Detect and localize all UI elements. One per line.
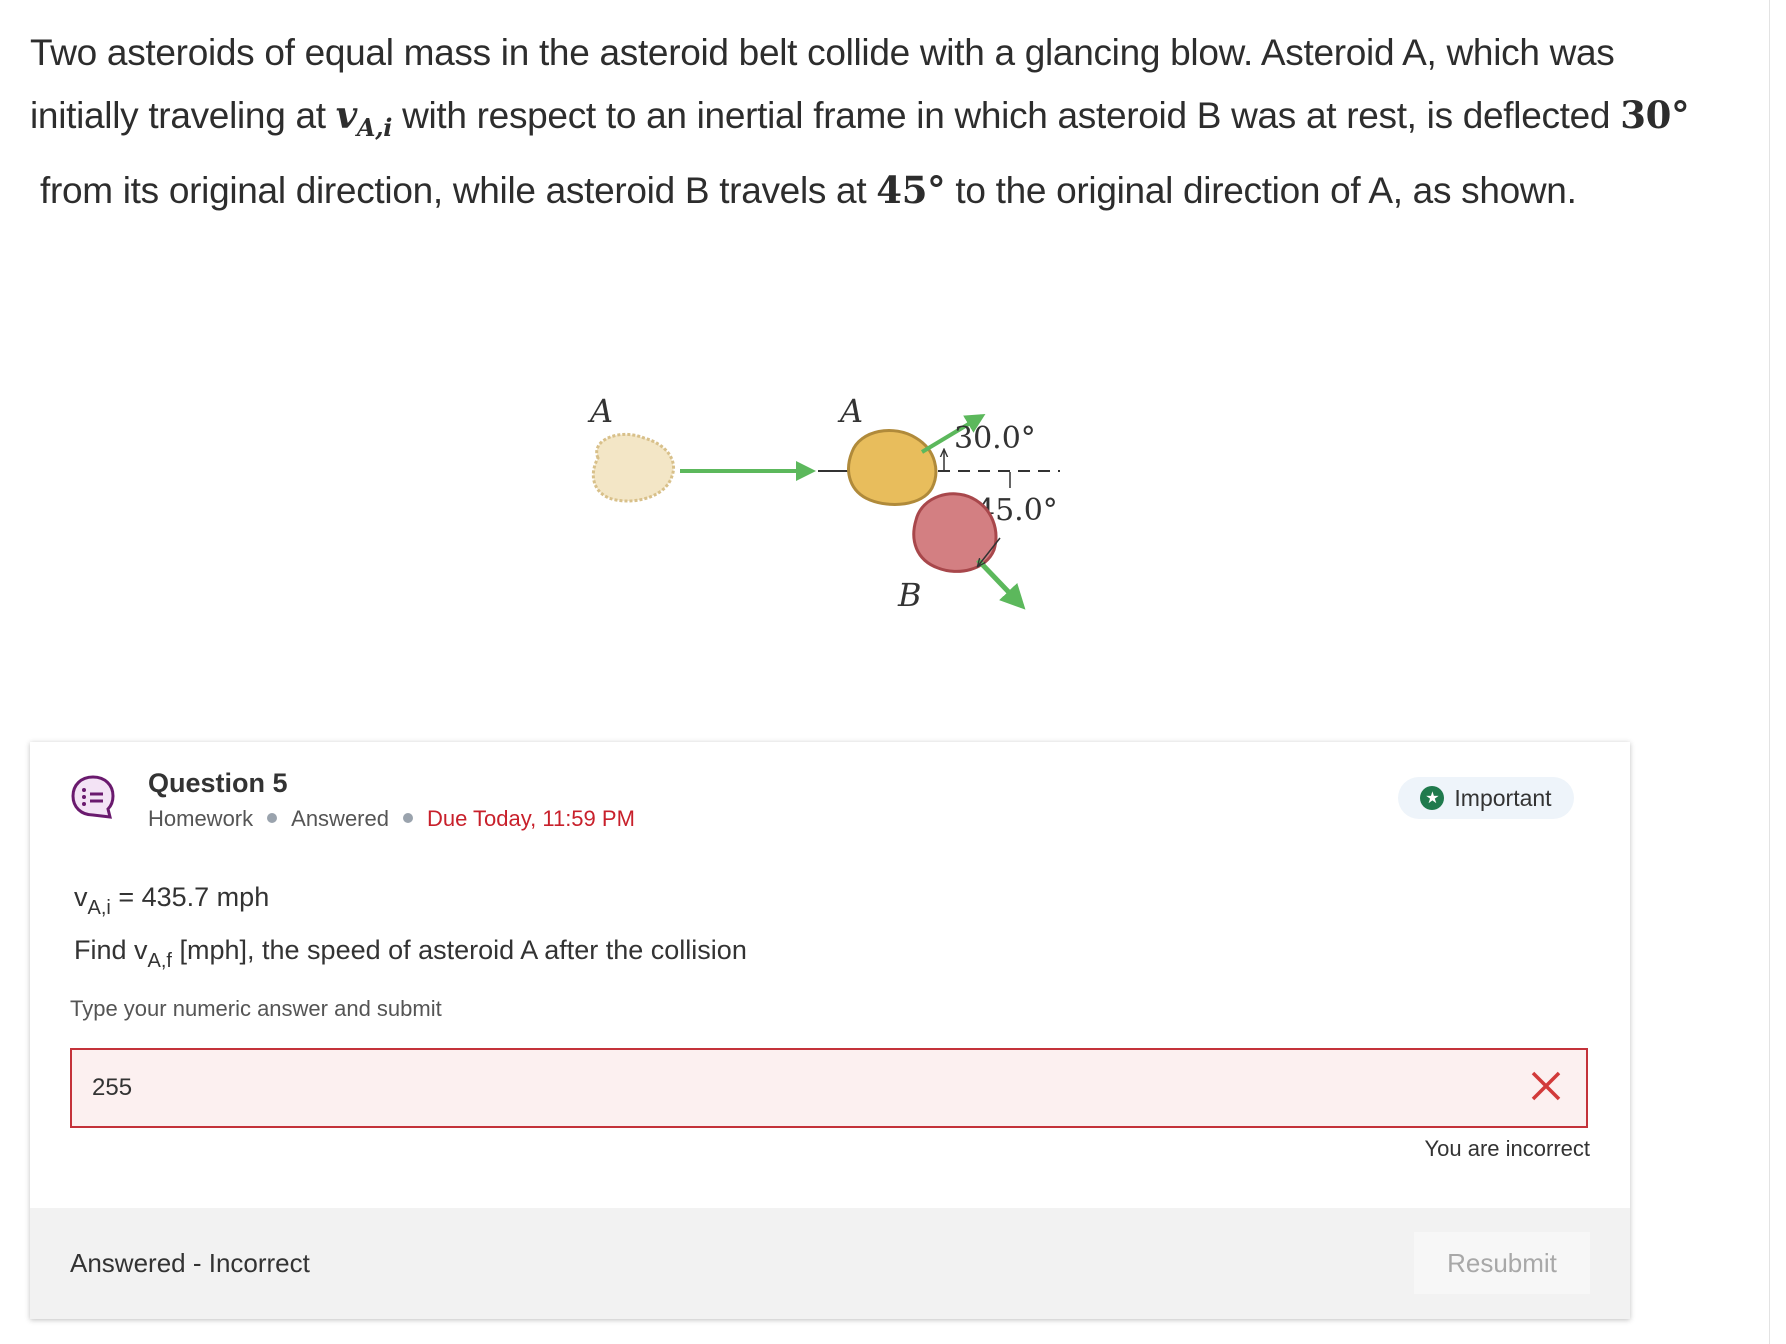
question-type-icon [71, 775, 115, 819]
label-b: B [897, 576, 922, 614]
question-meta: Homework Answered Due Today, 11:59 PM [148, 806, 635, 832]
find-description: [mph], the speed of asteroid A after the… [171, 935, 747, 965]
asteroid-a-initial [592, 432, 675, 503]
important-label: Important [1454, 784, 1552, 811]
problem-text: with respect to an inertial frame in whi… [392, 95, 1621, 136]
problem-text: from its original direction, while aster… [39, 170, 877, 211]
deflection-angle: 30° [1620, 93, 1690, 137]
collision-diagram: A A 30.0° 45.0° B [587, 392, 1060, 614]
answer-field[interactable] [70, 1048, 1588, 1128]
problem-line-2: initially traveling at vA,i with respect… [30, 84, 1690, 159]
question-card: Question 5 Homework Answered Due Today, 11… [30, 742, 1630, 1319]
due-date: Due Today, 11:59 PM [426, 806, 635, 831]
label-a-after: A [837, 392, 863, 430]
resubmit-button[interactable]: Resubmit [1414, 1232, 1590, 1294]
answer-status: Answered - Incorrect [70, 1248, 310, 1278]
scrollbar-track[interactable] [1769, 0, 1786, 1344]
given-amount: = 435.7 mph [110, 882, 270, 912]
asteroid-b-velocity-arrow [976, 558, 1026, 610]
b-angle: 45° [876, 168, 946, 212]
star-icon: ★ [1420, 786, 1445, 810]
given-subscript: A,i [87, 897, 111, 919]
problem-text: initially traveling at [30, 95, 336, 136]
close-icon [1531, 1071, 1561, 1101]
velocity-subscript: A,i [356, 113, 393, 142]
feedback-text: You are incorrect [1424, 1136, 1590, 1161]
asteroid-a-after [847, 429, 938, 506]
given-symbol: v [74, 882, 88, 912]
answer-hint: Type your numeric answer and submit [70, 996, 442, 1021]
separator-dot [402, 813, 413, 823]
question-category: Homework [148, 806, 254, 831]
velocity-symbol: v [335, 93, 358, 137]
find-text: Find vA,f [mph], the speed of asteroid A… [74, 929, 747, 982]
angle-a-label: 30.0° [954, 421, 1036, 456]
answer-input[interactable] [72, 1050, 1492, 1126]
separator-dot [267, 813, 278, 823]
find-prefix: Find v [74, 935, 148, 965]
question-prompt: vA,i = 435.7 mph Find vA,f [mph], the sp… [74, 876, 747, 982]
given-value: vA,i = 435.7 mph [74, 876, 747, 929]
problem-line-3: from its original direction, while aster… [30, 159, 1630, 222]
important-badge[interactable]: ★ Important [1398, 777, 1574, 819]
problem-text: to the original direction of A, as shown… [945, 170, 1577, 211]
problem-statement: Two asteroids of equal mass in the aster… [30, 22, 1690, 222]
question-title: Question 5 [148, 768, 288, 798]
card-footer: Answered - Incorrect Resubmit [30, 1208, 1630, 1319]
label-a-initial: A [587, 392, 613, 430]
problem-line-1: Two asteroids of equal mass in the aster… [30, 32, 1615, 73]
find-subscript: A,f [147, 950, 172, 972]
question-status: Answered [291, 806, 389, 831]
